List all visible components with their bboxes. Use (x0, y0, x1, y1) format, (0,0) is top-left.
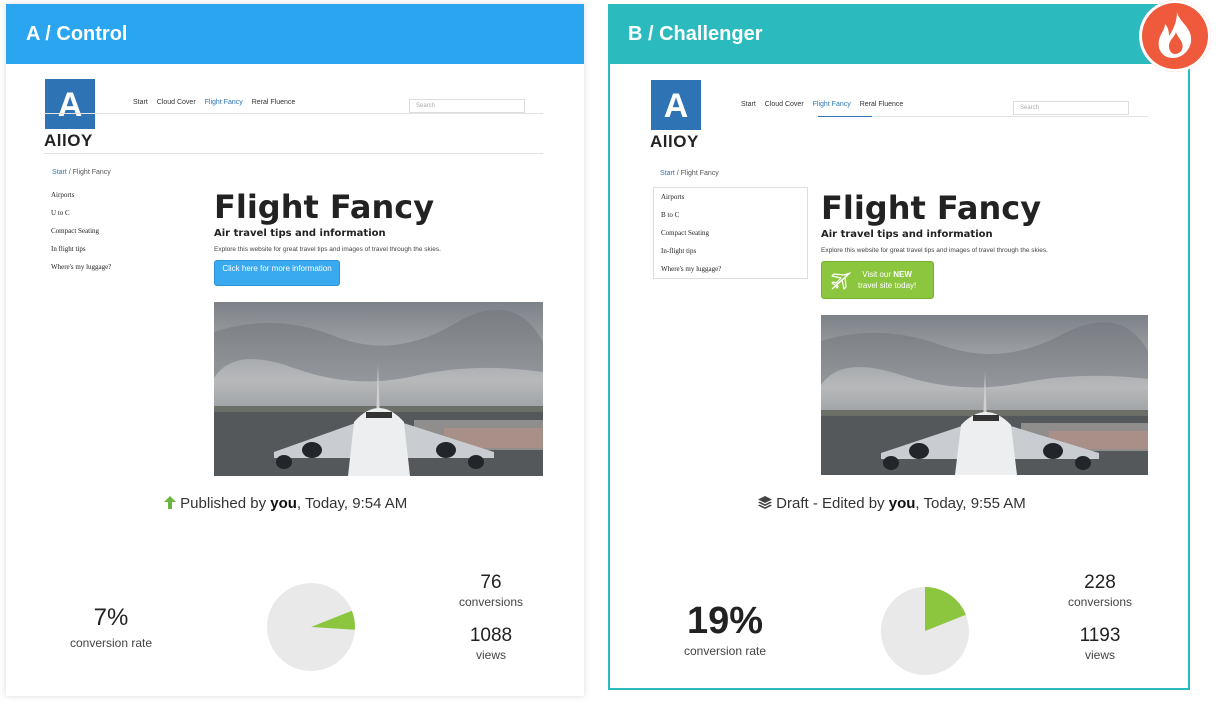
sidebar-item-luggage[interactable]: Where's my luggage? (44, 258, 199, 276)
nav-active-underline (818, 116, 872, 117)
site-title: Flight Fancy (821, 189, 1042, 227)
variant-b-header: B / Challenger (608, 4, 1190, 64)
site-logo-word: AllOY (44, 131, 93, 150)
site-subtitle: Air travel tips and information (821, 229, 993, 240)
sidebar-item-airports[interactable]: Airports (44, 186, 199, 204)
conversions-value: 228 (1084, 572, 1116, 593)
nav-cloud-cover[interactable]: Cloud Cover (157, 99, 196, 106)
nav-flight-fancy[interactable]: Flight Fancy (205, 99, 243, 106)
conversion-rate-label: conversion rate (69, 636, 153, 650)
sidebar-item-in-flight-tips[interactable]: In flight tips (44, 240, 199, 258)
site-title: Flight Fancy (214, 188, 435, 226)
views-label: views (475, 648, 506, 662)
sidebar-item-airports[interactable]: Airports (654, 188, 807, 206)
visit-new-site-button[interactable]: Visit our NEW travel site today! (821, 261, 934, 299)
nav-reral-fluence[interactable]: Reral Fluence (252, 99, 296, 106)
site-description: Explore this website for great travel ti… (214, 246, 441, 253)
site-subtitle: Air travel tips and information (214, 228, 386, 239)
airplane-icon (831, 272, 851, 290)
breadcrumb-start[interactable]: Start (660, 170, 675, 177)
site-logo: A (651, 80, 701, 130)
arrow-up-icon (164, 496, 176, 509)
views-value: 1088 (469, 625, 513, 646)
variant-a-panel[interactable]: A / Control A AllOY Start Cloud Cover Fl… (6, 4, 584, 696)
breadcrumb-start[interactable]: Start (52, 169, 67, 176)
site-logo-word: AllOY (650, 132, 699, 151)
views-value: 1193 (1079, 625, 1121, 646)
conversions-label: conversions (458, 595, 524, 609)
sidebar-item-compact-seating[interactable]: Compact Seating (44, 222, 199, 240)
variant-b-panel[interactable]: B / Challenger A AllOY Start Cloud Cover… (608, 4, 1190, 690)
conversions-value: 76 (480, 572, 502, 593)
sidebar-item-u-to-c[interactable]: U to C (44, 204, 199, 222)
sidebar-item-luggage[interactable]: Where's my luggage? (654, 260, 807, 278)
conversion-pie-chart (881, 587, 969, 675)
nav-start[interactable]: Start (133, 99, 148, 106)
conversion-pie-chart (267, 583, 355, 671)
flame-badge (1139, 0, 1211, 72)
site-search-input[interactable]: Search (409, 99, 525, 113)
cta-button[interactable]: Click here for more information (214, 260, 340, 286)
sidebar-item-b-to-c[interactable]: B to C (654, 206, 807, 224)
breadcrumb: Start / Flight Fancy (660, 170, 719, 177)
conversion-rate-label: conversion rate (683, 644, 767, 658)
nav-flight-fancy[interactable]: Flight Fancy (813, 101, 851, 108)
views-label: views (1084, 648, 1115, 662)
airplane-photo (214, 302, 543, 476)
site-sidebar: Airports B to C Compact Seating In-fligh… (653, 187, 808, 279)
nav-divider (872, 116, 1148, 117)
breadcrumb-current: Flight Fancy (72, 169, 111, 176)
status-line: Draft - Edited by you, Today, 9:55 AM (758, 495, 1026, 512)
site-description: Explore this website for great travel ti… (821, 247, 1048, 254)
nav-divider (44, 113, 543, 114)
layers-icon (758, 496, 772, 509)
nav-start[interactable]: Start (741, 101, 756, 108)
site-logo: A (45, 79, 95, 129)
airplane-photo (821, 315, 1148, 475)
conversions-label: conversions (1067, 595, 1133, 609)
site-nav: Start Cloud Cover Flight Fancy Reral Flu… (741, 101, 910, 108)
nav-reral-fluence[interactable]: Reral Fluence (860, 101, 904, 108)
conversion-rate-value: 7% (93, 604, 129, 631)
breadcrumb-current: Flight Fancy (680, 170, 719, 177)
flame-icon (1158, 12, 1192, 58)
site-nav: Start Cloud Cover Flight Fancy Reral Flu… (133, 99, 302, 106)
header-divider (44, 153, 543, 154)
conversion-rate-value: 19% (686, 600, 764, 642)
site-search-input[interactable]: Search (1013, 101, 1129, 115)
sidebar-item-compact-seating[interactable]: Compact Seating (654, 224, 807, 242)
site-sidebar: Airports U to C Compact Seating In fligh… (44, 186, 199, 276)
nav-cloud-cover[interactable]: Cloud Cover (765, 101, 804, 108)
sidebar-item-in-flight-tips[interactable]: In-flight tips (654, 242, 807, 260)
status-line: Published by you, Today, 9:54 AM (164, 495, 407, 512)
breadcrumb: Start / Flight Fancy (52, 169, 111, 176)
variant-a-header: A / Control (6, 4, 584, 64)
